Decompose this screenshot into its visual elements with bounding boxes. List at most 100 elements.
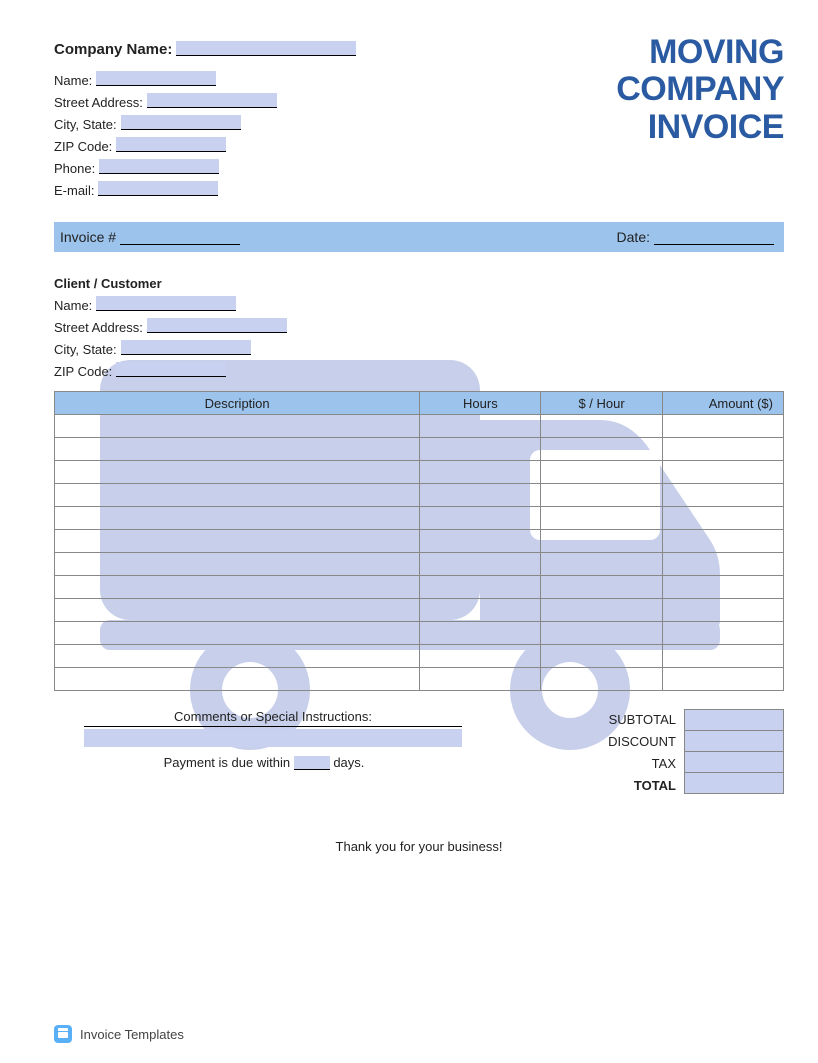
total-field[interactable] xyxy=(684,772,784,794)
table-cell[interactable] xyxy=(55,461,420,484)
company-zip-field[interactable] xyxy=(116,135,226,154)
invoice-number-field[interactable] xyxy=(120,229,240,245)
table-row[interactable] xyxy=(55,484,784,507)
table-cell[interactable] xyxy=(662,599,783,622)
table-row[interactable] xyxy=(55,553,784,576)
client-street-field[interactable] xyxy=(147,316,287,335)
col-rate: $ / Hour xyxy=(541,392,662,415)
table-cell[interactable] xyxy=(420,438,541,461)
discount-field[interactable] xyxy=(684,730,784,752)
table-cell[interactable] xyxy=(55,622,420,645)
table-row[interactable] xyxy=(55,668,784,691)
table-cell[interactable] xyxy=(420,576,541,599)
table-cell[interactable] xyxy=(420,622,541,645)
table-row[interactable] xyxy=(55,622,784,645)
table-cell[interactable] xyxy=(541,599,662,622)
table-cell[interactable] xyxy=(662,507,783,530)
company-phone-label: Phone: xyxy=(54,161,99,176)
client-city-state-field[interactable] xyxy=(121,338,251,357)
discount-label: DISCOUNT xyxy=(514,731,676,753)
company-email-field[interactable] xyxy=(98,179,218,198)
comments-label: Comments or Special Instructions: xyxy=(84,709,462,727)
table-cell[interactable] xyxy=(662,576,783,599)
company-contact-name-field[interactable] xyxy=(96,69,216,88)
table-cell[interactable] xyxy=(541,507,662,530)
table-cell[interactable] xyxy=(662,668,783,691)
table-cell[interactable] xyxy=(662,530,783,553)
table-cell[interactable] xyxy=(541,576,662,599)
table-cell[interactable] xyxy=(55,507,420,530)
table-cell[interactable] xyxy=(55,484,420,507)
table-cell[interactable] xyxy=(55,668,420,691)
tax-label: TAX xyxy=(514,753,676,775)
table-row[interactable] xyxy=(55,576,784,599)
payment-days-field[interactable] xyxy=(294,756,330,770)
table-cell[interactable] xyxy=(541,461,662,484)
subtotal-field[interactable] xyxy=(684,709,784,731)
table-row[interactable] xyxy=(55,507,784,530)
table-cell[interactable] xyxy=(662,622,783,645)
table-cell[interactable] xyxy=(541,668,662,691)
table-row[interactable] xyxy=(55,461,784,484)
table-cell[interactable] xyxy=(541,553,662,576)
company-name-field[interactable] xyxy=(176,39,356,58)
invoice-date-field[interactable] xyxy=(654,229,774,245)
invoice-number-label: Invoice # xyxy=(60,229,116,245)
table-cell[interactable] xyxy=(541,415,662,438)
company-street-field[interactable] xyxy=(147,91,277,110)
table-cell[interactable] xyxy=(541,530,662,553)
table-cell[interactable] xyxy=(55,530,420,553)
client-header: Client / Customer xyxy=(54,276,784,291)
table-cell[interactable] xyxy=(541,622,662,645)
table-cell[interactable] xyxy=(420,645,541,668)
table-cell[interactable] xyxy=(55,553,420,576)
table-cell[interactable] xyxy=(420,530,541,553)
table-cell[interactable] xyxy=(541,645,662,668)
table-cell[interactable] xyxy=(662,645,783,668)
table-row[interactable] xyxy=(55,530,784,553)
company-city-state-field[interactable] xyxy=(121,113,241,132)
table-row[interactable] xyxy=(55,599,784,622)
company-email-label: E-mail: xyxy=(54,183,98,198)
client-name-label: Name: xyxy=(54,298,96,313)
company-phone-field[interactable] xyxy=(99,157,219,176)
table-cell[interactable] xyxy=(420,415,541,438)
table-cell[interactable] xyxy=(662,438,783,461)
company-zip-label: ZIP Code: xyxy=(54,139,116,154)
table-cell[interactable] xyxy=(55,438,420,461)
table-cell[interactable] xyxy=(420,553,541,576)
invoice-bar: Invoice # Date: xyxy=(54,222,784,252)
table-cell[interactable] xyxy=(541,484,662,507)
tax-field[interactable] xyxy=(684,751,784,773)
client-city-state-label: City, State: xyxy=(54,342,121,357)
col-description: Description xyxy=(55,392,420,415)
table-cell[interactable] xyxy=(55,415,420,438)
company-name-label: Company Name: xyxy=(54,41,176,58)
table-row[interactable] xyxy=(55,438,784,461)
table-cell[interactable] xyxy=(420,507,541,530)
table-row[interactable] xyxy=(55,645,784,668)
table-cell[interactable] xyxy=(662,415,783,438)
client-name-field[interactable] xyxy=(96,294,236,313)
table-cell[interactable] xyxy=(662,461,783,484)
footer-brand: Invoice Templates xyxy=(54,1025,184,1043)
table-cell[interactable] xyxy=(420,599,541,622)
table-cell[interactable] xyxy=(420,461,541,484)
subtotal-label: SUBTOTAL xyxy=(514,709,676,731)
client-zip-label: ZIP Code: xyxy=(54,364,116,379)
comments-field[interactable] xyxy=(84,729,462,747)
table-cell[interactable] xyxy=(420,668,541,691)
thank-you-text: Thank you for your business! xyxy=(54,839,784,854)
table-row[interactable] xyxy=(55,415,784,438)
table-cell[interactable] xyxy=(55,645,420,668)
table-cell[interactable] xyxy=(662,553,783,576)
table-cell[interactable] xyxy=(541,438,662,461)
client-zip-field[interactable] xyxy=(116,360,226,379)
col-hours: Hours xyxy=(420,392,541,415)
table-cell[interactable] xyxy=(662,484,783,507)
document-title: MOVING COMPANY INVOICE xyxy=(616,34,784,146)
table-cell[interactable] xyxy=(420,484,541,507)
items-table: Description Hours $ / Hour Amount ($) xyxy=(54,391,784,691)
table-cell[interactable] xyxy=(55,599,420,622)
table-cell[interactable] xyxy=(55,576,420,599)
